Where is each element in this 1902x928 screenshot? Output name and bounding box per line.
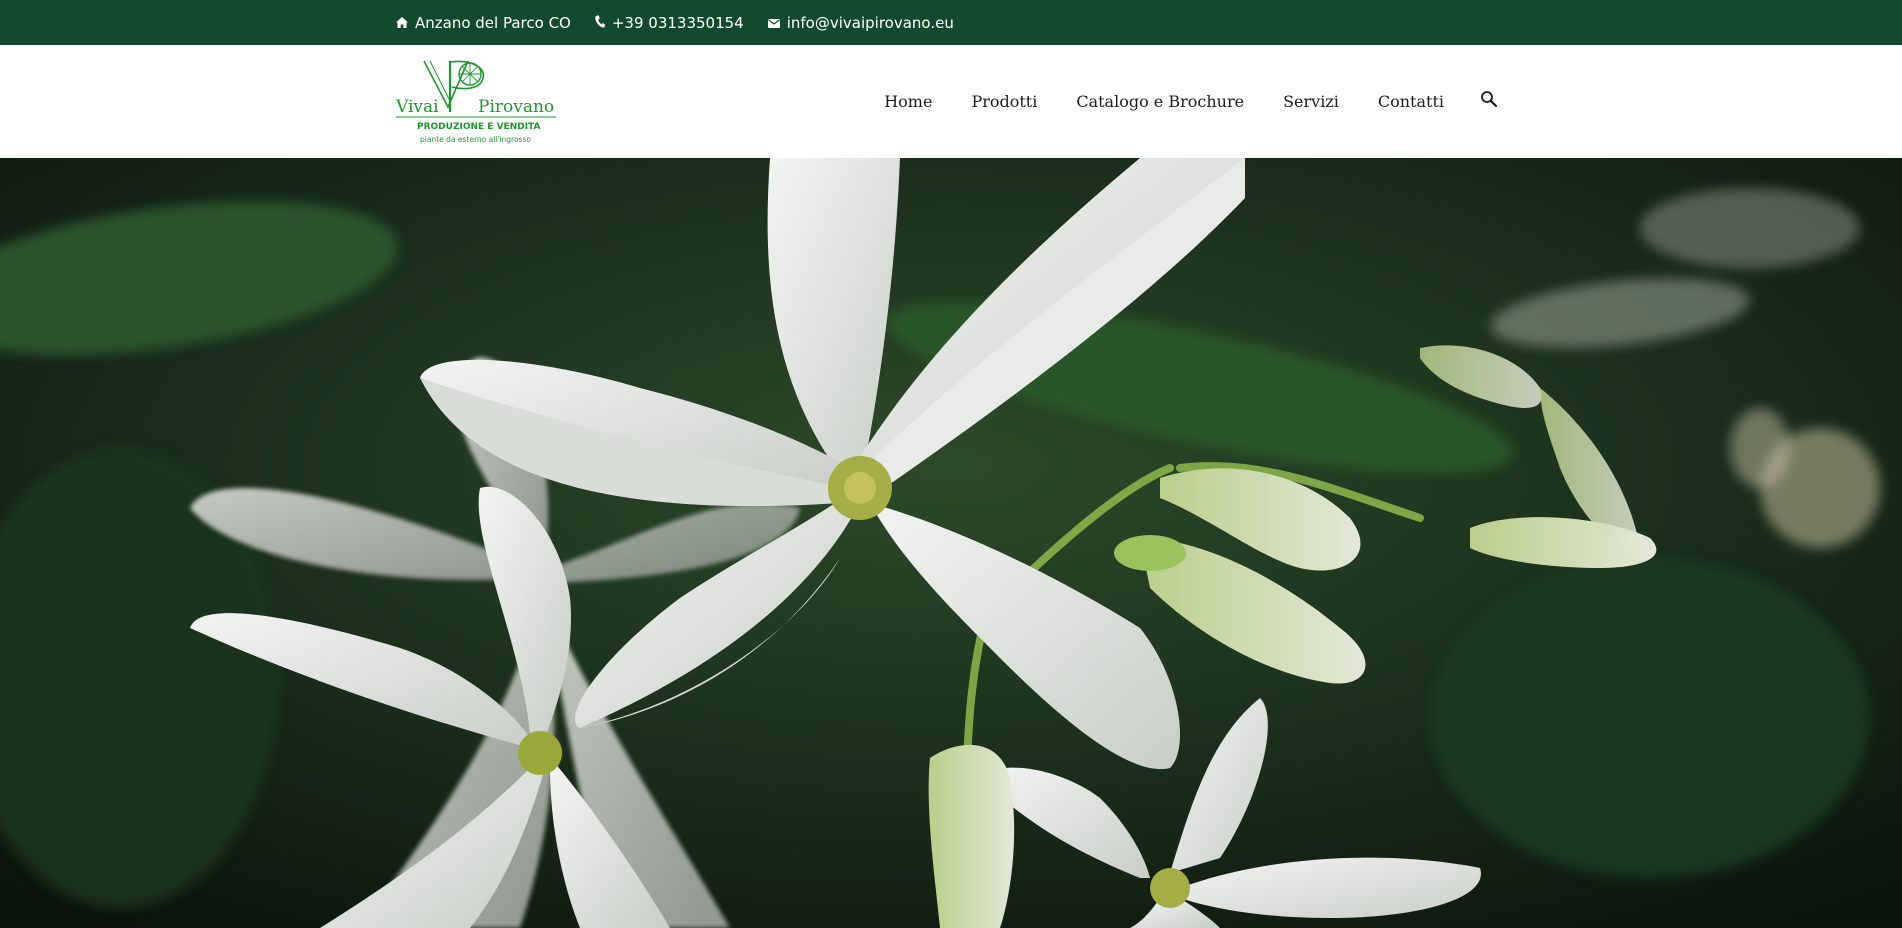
nav-item-servizi[interactable]: Servizi bbox=[1283, 92, 1339, 111]
nav-item-home[interactable]: Home bbox=[884, 92, 932, 111]
email-text: info@vivaipirovano.eu bbox=[786, 13, 954, 32]
site-logo[interactable]: Vivai Pirovano PRODUZIONE E VENDITA pian… bbox=[395, 57, 558, 147]
site-header: Vivai Pirovano PRODUZIONE E VENDITA pian… bbox=[0, 45, 1902, 158]
phone-item[interactable]: +39 0313350154 bbox=[595, 14, 744, 32]
contact-info: Anzano del Parco CO +39 0313350154 info@… bbox=[396, 0, 978, 45]
jasmine-flowers-photo bbox=[0, 158, 1902, 928]
home-icon bbox=[396, 14, 415, 32]
location-text: Anzano del Parco CO bbox=[415, 13, 571, 32]
phone-text: +39 0313350154 bbox=[611, 13, 744, 32]
svg-text:piante da esterno all'ingrosso: piante da esterno all'ingrosso bbox=[420, 135, 531, 144]
svg-text:Pirovano: Pirovano bbox=[478, 97, 554, 117]
svg-text:Vivai: Vivai bbox=[396, 97, 439, 117]
nav-item-catalogo[interactable]: Catalogo e Brochure bbox=[1076, 92, 1244, 111]
email-item[interactable]: info@vivaipirovano.eu bbox=[767, 13, 954, 32]
location-item: Anzano del Parco CO bbox=[396, 14, 571, 32]
envelope-icon bbox=[767, 14, 787, 32]
search-icon[interactable] bbox=[1480, 90, 1498, 108]
logo-mark: Vivai Pirovano PRODUZIONE E VENDITA pian… bbox=[395, 60, 556, 144]
main-nav: Home Prodotti Catalogo e Brochure Serviz… bbox=[884, 45, 1498, 158]
nav-item-prodotti[interactable]: Prodotti bbox=[971, 92, 1037, 111]
nav-item-contatti[interactable]: Contatti bbox=[1378, 92, 1444, 111]
top-info-bar: Anzano del Parco CO +39 0313350154 info@… bbox=[0, 0, 1902, 45]
svg-text:PRODUZIONE E VENDITA: PRODUZIONE E VENDITA bbox=[417, 122, 540, 132]
phone-icon bbox=[595, 14, 612, 32]
hero-image bbox=[0, 158, 1902, 928]
